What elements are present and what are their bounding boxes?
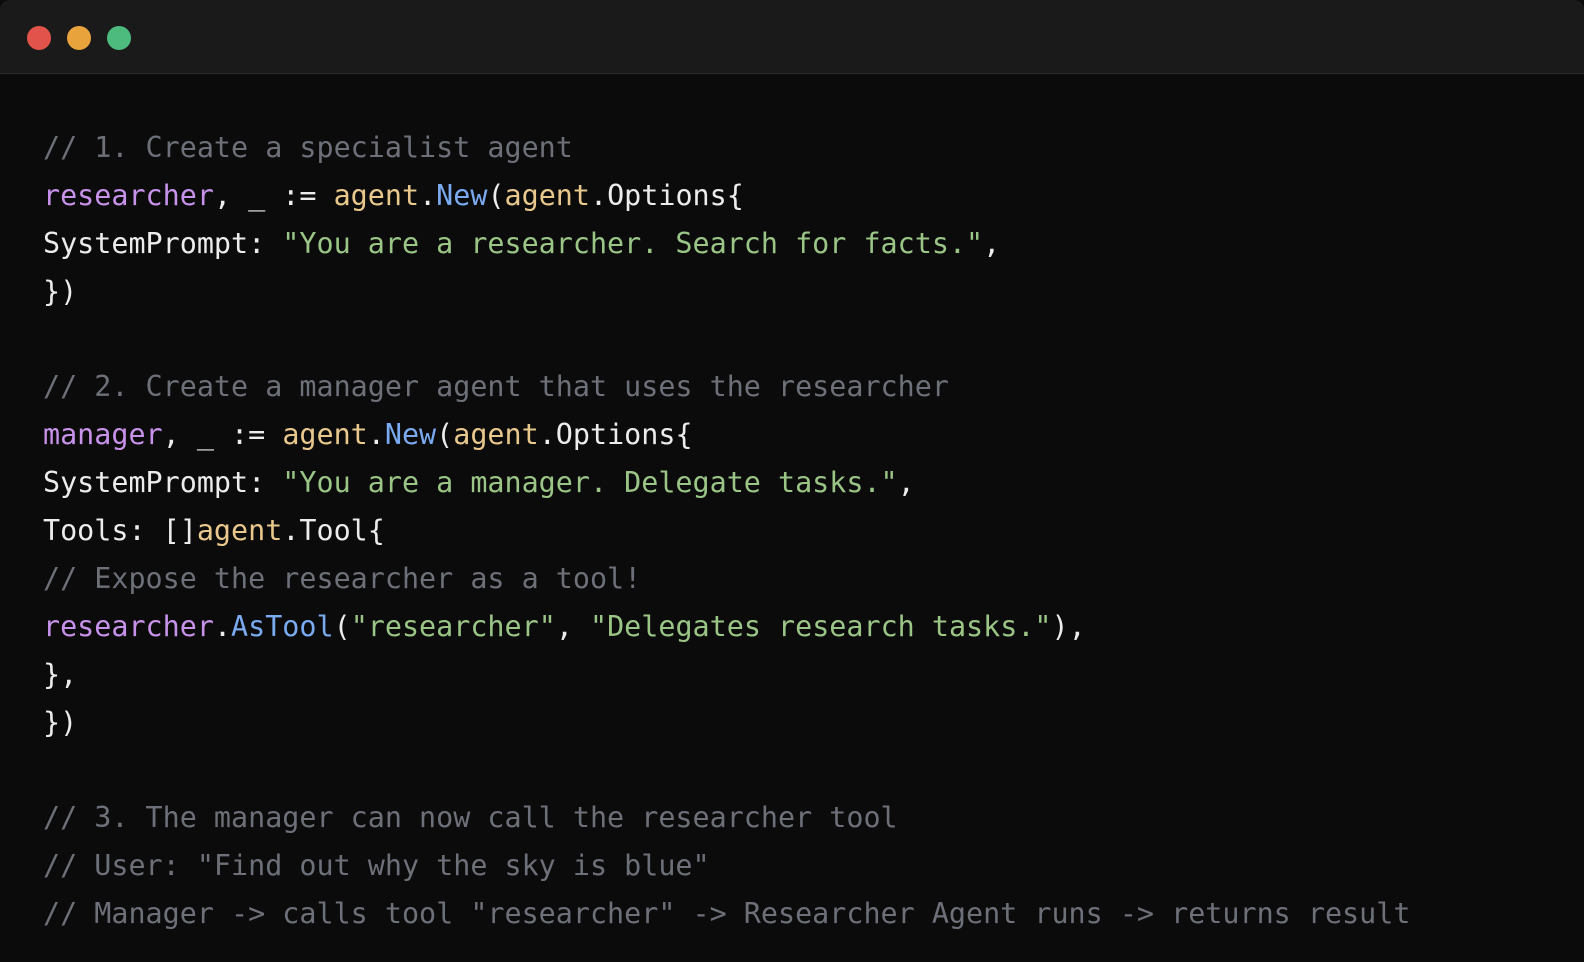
code-line: }) <box>43 268 1410 316</box>
code-line: // User: "Find out why the sky is blue" <box>43 842 1410 890</box>
code-text: .Options{ <box>538 418 693 452</box>
window-titlebar <box>0 0 1584 74</box>
code-text: , _ := <box>213 178 334 212</box>
maximize-window-button[interactable] <box>107 26 131 50</box>
code-text: }) <box>43 274 78 308</box>
code-comment: // Manager -> calls tool "researcher" ->… <box>43 897 1411 931</box>
code-comment: // Expose the researcher as a tool! <box>43 562 642 596</box>
code-text: SystemPrompt: <box>43 466 283 500</box>
code-package: agent <box>333 178 420 212</box>
code-line: // 3. The manager can now call the resea… <box>43 794 1410 842</box>
code-text: ( <box>487 178 505 212</box>
code-function: New <box>436 178 488 212</box>
code-line: // Manager -> calls tool "researcher" ->… <box>43 890 1410 938</box>
code-line: // 2. Create a manager agent that uses t… <box>43 363 1410 411</box>
code-variable: manager <box>43 418 163 452</box>
code-comment: // 3. The manager can now call the resea… <box>43 801 898 835</box>
code-string: "You are a manager. Delegate tasks." <box>282 466 898 500</box>
code-window: // 1. Create a specialist agent researche… <box>0 0 1584 962</box>
code-line: Tools: []agent.Tool{ <box>43 507 1410 555</box>
code-comment: // 2. Create a manager agent that uses t… <box>43 370 949 404</box>
code-text: ( <box>436 418 454 452</box>
code-comment: // 1. Create a specialist agent <box>43 131 573 164</box>
code-text: . <box>419 178 437 212</box>
code-package: agent <box>282 418 368 452</box>
code-line: }, <box>43 651 1410 699</box>
code-text: }, <box>43 657 78 691</box>
code-text: SystemPrompt: <box>43 226 283 260</box>
code-variable: researcher <box>43 178 214 212</box>
code-text: ( <box>333 609 351 643</box>
code-text: , _ := <box>162 418 283 452</box>
code-line: researcher.AsTool("researcher", "Delegat… <box>43 603 1410 651</box>
code-line: manager, _ := agent.New(agent.Options{ <box>43 411 1410 459</box>
minimize-window-button[interactable] <box>67 26 91 50</box>
code-line: researcher, _ := agent.New(agent.Options… <box>43 172 1410 220</box>
code-text: .Tool{ <box>282 514 385 548</box>
code-text: .Options{ <box>590 178 744 212</box>
code-text: }) <box>43 705 78 739</box>
code-text: ), <box>1051 609 1086 643</box>
code-text: , <box>983 226 1001 260</box>
code-comment: // User: "Find out why the sky is blue" <box>43 849 710 883</box>
code-string: "researcher" <box>350 609 556 643</box>
code-text: Tools: [] <box>43 514 197 548</box>
code-line: // 1. Create a specialist agent <box>43 124 1410 172</box>
code-string: "Delegates research tasks." <box>590 609 1052 643</box>
code-text: , <box>555 609 590 643</box>
code-line: SystemPrompt: "You are a manager. Delega… <box>43 459 1410 507</box>
code-text: . <box>213 609 232 643</box>
code-text: , <box>897 466 915 500</box>
code-package: agent <box>196 514 283 548</box>
code-function: AsTool <box>231 609 334 643</box>
code-editor[interactable]: // 1. Create a specialist agent researche… <box>43 124 1410 938</box>
code-function: New <box>384 418 437 452</box>
code-line: SystemPrompt: "You are a researcher. Sea… <box>43 220 1410 268</box>
code-string: "You are a researcher. Search for facts.… <box>282 226 984 260</box>
code-line: // Expose the researcher as a tool! <box>43 555 1410 603</box>
code-package: agent <box>453 418 539 452</box>
code-variable: researcher <box>43 609 214 643</box>
code-text: . <box>367 418 385 452</box>
code-package: agent <box>504 178 590 212</box>
code-line: }) <box>43 699 1410 747</box>
close-window-button[interactable] <box>27 26 51 50</box>
